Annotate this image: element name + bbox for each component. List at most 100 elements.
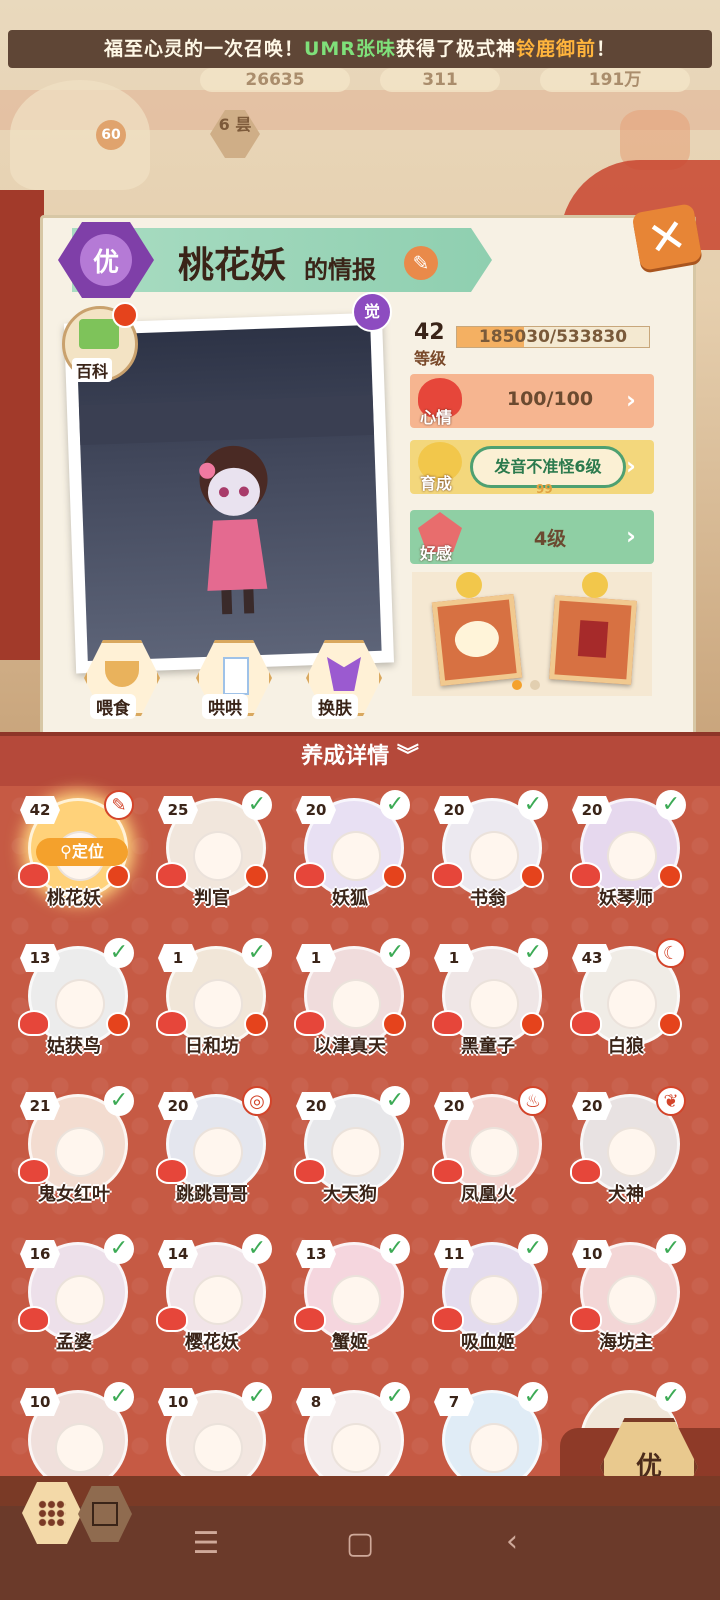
- shikigami-tile[interactable]: 1 ✓ 日和坊: [150, 932, 274, 1062]
- chibi-face: [469, 979, 519, 1029]
- food-gift-card[interactable]: [431, 593, 523, 687]
- check-icon: ✓: [518, 938, 548, 968]
- shikigami-level: 13: [296, 1240, 336, 1268]
- shikigami-tile[interactable]: 20 ✓ 妖狐: [288, 784, 412, 914]
- portrait-photo: [76, 324, 382, 662]
- level-label: 等级: [414, 349, 447, 368]
- shikigami-level: 10: [572, 1240, 612, 1268]
- favor-row[interactable]: 好感 4级 ›: [410, 510, 654, 564]
- shikigami-tile[interactable]: 20 ❦ 犬神: [564, 1080, 688, 1210]
- distant-roof: [78, 394, 375, 446]
- shikigami-tile[interactable]: 14 ✓ 樱花妖: [150, 1228, 274, 1358]
- mood-row[interactable]: 心情 100/100 ›: [410, 374, 654, 428]
- shikigami-tile[interactable]: 10 ✓ 海坊主: [564, 1228, 688, 1358]
- shikigami-level: 14: [158, 1240, 198, 1268]
- shikigami-name: 判官: [194, 888, 230, 909]
- chibi-face: [331, 1423, 381, 1473]
- shikigami-name: 凤凰火: [461, 1184, 515, 1205]
- shikigami-name: 孟婆: [56, 1332, 92, 1353]
- shikigami-level: 7: [434, 1388, 474, 1416]
- chibi-face: [607, 1275, 657, 1325]
- favor-label: 好感: [420, 544, 453, 563]
- shikigami-tile[interactable]: 43 ☾ 白狼: [564, 932, 688, 1062]
- chibi-face: [469, 1423, 519, 1473]
- edit-name-button[interactable]: ✎: [404, 246, 438, 280]
- favor-chevron-icon: ›: [626, 522, 636, 550]
- shikigami-name: 蟹姬: [332, 1332, 368, 1353]
- shikigami-level: 21: [20, 1092, 60, 1120]
- shikigami-tile[interactable]: 13 ✓ 姑获鸟: [12, 932, 136, 1062]
- check-icon: ✓: [518, 790, 548, 820]
- shikigami-level: 10: [20, 1388, 60, 1416]
- xp-bar: 185030/533830: [456, 326, 650, 348]
- menu-icon[interactable]: ☰: [186, 1526, 226, 1561]
- shikigami-tile[interactable]: 25 ✓ 判官: [150, 784, 274, 914]
- leaf-status-icon: ❦: [656, 1086, 686, 1116]
- page-indicator-active: [512, 680, 522, 690]
- decor-gift-card[interactable]: [549, 595, 637, 685]
- chibi-face: [193, 1423, 243, 1473]
- shikigami-name: 海坊主: [599, 1332, 653, 1353]
- shikigami-level: 20: [572, 796, 612, 824]
- shikigami-tile[interactable]: 1 ✓ 以津真天: [288, 932, 412, 1062]
- chibi-face: [55, 979, 105, 1029]
- shikigami-level: 20: [434, 1092, 474, 1120]
- check-icon: ✓: [380, 1382, 410, 1412]
- shikigami-tile[interactable]: 1 ✓ 黑童子: [426, 932, 550, 1062]
- shikigami-tile[interactable]: 11 ✓ 吸血姬: [426, 1228, 550, 1358]
- shikigami-name: 鬼女红叶: [38, 1184, 110, 1205]
- chibi-face: [607, 831, 657, 881]
- shikigami-name: 白狼: [608, 1036, 644, 1057]
- close-button[interactable]: ✕: [631, 203, 703, 271]
- feed-label: 喂食: [90, 694, 136, 719]
- shikigami-tile[interactable]: 21 ✓ 鬼女红叶: [12, 1080, 136, 1210]
- check-icon: ✓: [104, 938, 134, 968]
- gift-preview-area: [412, 572, 652, 696]
- chibi-face: [193, 1275, 243, 1325]
- back-icon[interactable]: ‹: [492, 1524, 532, 1559]
- coax-label: 哄哄: [202, 694, 248, 719]
- chibi-face: [55, 1423, 105, 1473]
- shikigami-tile[interactable]: 20 ♨ 凤凰火: [426, 1080, 550, 1210]
- chibi-face: [331, 831, 381, 881]
- favor-value: 4级: [533, 528, 567, 550]
- check-icon: ✓: [104, 1382, 134, 1412]
- growth-sub-value: 99: [536, 482, 553, 496]
- shikigami-tile[interactable]: 20 ✓ 书翁: [426, 784, 550, 914]
- check-icon: ✓: [656, 1234, 686, 1264]
- grid-dots-icon: [38, 1500, 66, 1526]
- milk-carton-icon: [223, 657, 249, 695]
- locate-badge[interactable]: ⚲定位: [36, 838, 128, 866]
- resource-counter-2: 311: [380, 68, 500, 92]
- shikigami-tile[interactable]: 20 ✓ 大天狗: [288, 1080, 412, 1210]
- chibi-face: [469, 831, 519, 881]
- info-title-suffix: 的情报: [304, 256, 376, 284]
- check-icon: ✓: [380, 1234, 410, 1264]
- page-indicator: [530, 680, 540, 690]
- level-value: 42: [414, 320, 445, 345]
- shikigami-tile[interactable]: 20 ◎ 跳跳哥哥: [150, 1080, 274, 1210]
- npc-portrait: [10, 80, 150, 190]
- shikigami-level: 10: [158, 1388, 198, 1416]
- shikigami-level: 1: [296, 944, 336, 972]
- shikigami-tile[interactable]: 13 ✓ 蟹姬: [288, 1228, 412, 1358]
- double-chevron-down-icon: ︾: [396, 744, 419, 769]
- spiral-status-icon: ◎: [242, 1086, 272, 1116]
- rarity-text: 优: [80, 234, 132, 286]
- shikigami-chibi-figure: [199, 445, 268, 615]
- announcement-ticker: 福至心灵的一次召唤！UMR张味获得了极式神铃鹿御前！: [8, 30, 712, 68]
- check-icon: ✓: [242, 790, 272, 820]
- growth-details-label[interactable]: 养成详情 ︾: [0, 738, 720, 770]
- shikigami-name: 犬神: [608, 1184, 644, 1205]
- shikigami-level: 1: [434, 944, 474, 972]
- chibi-face: [331, 979, 381, 1029]
- resource-counter-3: 191万: [540, 68, 690, 92]
- shikigami-name: 妖狐: [332, 888, 368, 909]
- home-square-icon[interactable]: ▢: [340, 1526, 380, 1561]
- shikigami-tile[interactable]: 16 ✓ 孟婆: [12, 1228, 136, 1358]
- resource-counter-1: 26635: [200, 68, 350, 92]
- location-pin-icon: ⚲: [60, 842, 72, 861]
- shikigami-name: 日和坊: [185, 1036, 239, 1057]
- shikigami-tile[interactable]: 20 ✓ 妖琴师: [564, 784, 688, 914]
- check-icon: ✓: [656, 1382, 686, 1412]
